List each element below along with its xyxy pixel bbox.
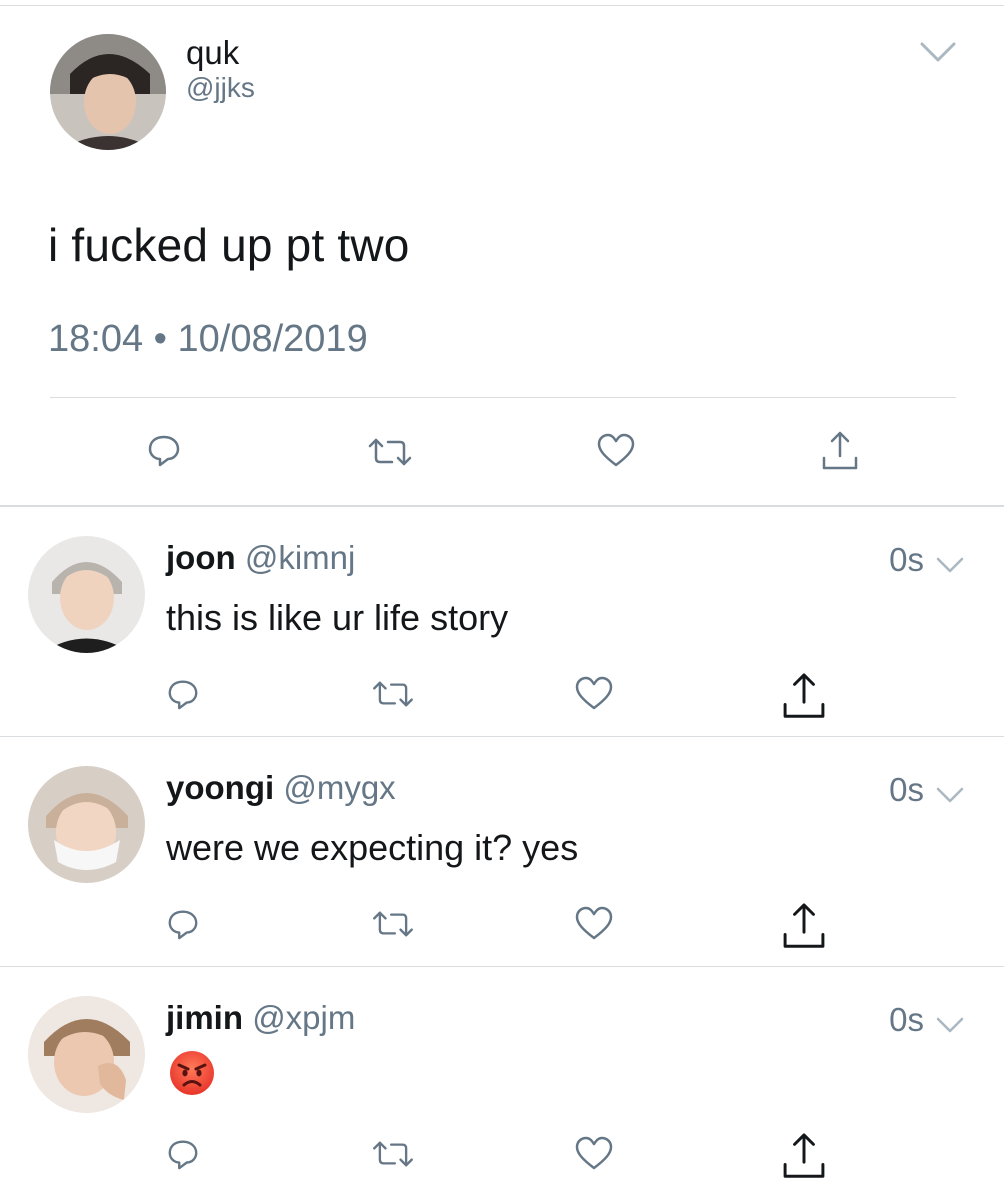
- reply-header: yoongi @mygx: [166, 769, 396, 807]
- retweet-icon[interactable]: [366, 436, 414, 468]
- chevron-down-icon[interactable]: [918, 38, 958, 66]
- username[interactable]: @jjks: [186, 72, 255, 104]
- share-icon[interactable]: [776, 1129, 832, 1181]
- chevron-down-icon[interactable]: [934, 1015, 966, 1035]
- chevron-down-icon[interactable]: [934, 785, 966, 805]
- reply-tweet[interactable]: yoongi @mygx 0s were we expecting it? ye…: [0, 737, 1004, 967]
- divider: [50, 397, 956, 398]
- reply-text: this is like ur life story: [166, 597, 509, 638]
- reply-tweet[interactable]: joon @kimnj 0s this is like ur life stor…: [0, 507, 1004, 737]
- relative-timestamp: 0s: [889, 771, 924, 808]
- retweet-icon[interactable]: [370, 909, 416, 939]
- like-icon[interactable]: [574, 905, 614, 941]
- reply-icon[interactable]: [166, 1137, 200, 1171]
- angry-face-emoji: [170, 1051, 214, 1095]
- reply-icon[interactable]: [146, 432, 182, 468]
- username[interactable]: @mygx: [283, 769, 395, 806]
- reply-icon[interactable]: [166, 677, 200, 711]
- reply-header: joon @kimnj: [166, 539, 355, 577]
- username[interactable]: @xpjm: [252, 999, 355, 1036]
- like-icon[interactable]: [574, 675, 614, 711]
- reply-icon[interactable]: [166, 907, 200, 941]
- username[interactable]: @kimnj: [245, 539, 356, 576]
- avatar[interactable]: [50, 34, 166, 150]
- display-name[interactable]: quk: [186, 34, 239, 72]
- display-name[interactable]: jimin: [166, 999, 243, 1036]
- share-icon[interactable]: [776, 669, 832, 721]
- reply-text: were we expecting it? yes: [166, 827, 579, 868]
- avatar[interactable]: [28, 996, 145, 1113]
- tweet-text: i fucked up pt two: [48, 219, 410, 271]
- avatar[interactable]: [28, 536, 145, 653]
- retweet-icon[interactable]: [370, 679, 416, 709]
- display-name[interactable]: joon: [166, 539, 236, 576]
- share-icon[interactable]: [776, 899, 832, 951]
- display-name[interactable]: yoongi: [166, 769, 274, 806]
- reply-tweet[interactable]: jimin @xpjm 0s: [0, 967, 1004, 1197]
- tweet-timestamp: 18:04 • 10/08/2019: [48, 318, 368, 360]
- relative-timestamp: 0s: [889, 541, 924, 578]
- relative-timestamp: 0s: [889, 1001, 924, 1038]
- chevron-down-icon[interactable]: [934, 555, 966, 575]
- reply-header: jimin @xpjm: [166, 999, 355, 1037]
- like-icon[interactable]: [574, 1135, 614, 1171]
- avatar[interactable]: [28, 766, 145, 883]
- top-divider: [0, 5, 1004, 6]
- like-icon[interactable]: [596, 432, 636, 468]
- retweet-icon[interactable]: [370, 1139, 416, 1169]
- share-icon[interactable]: [818, 428, 862, 472]
